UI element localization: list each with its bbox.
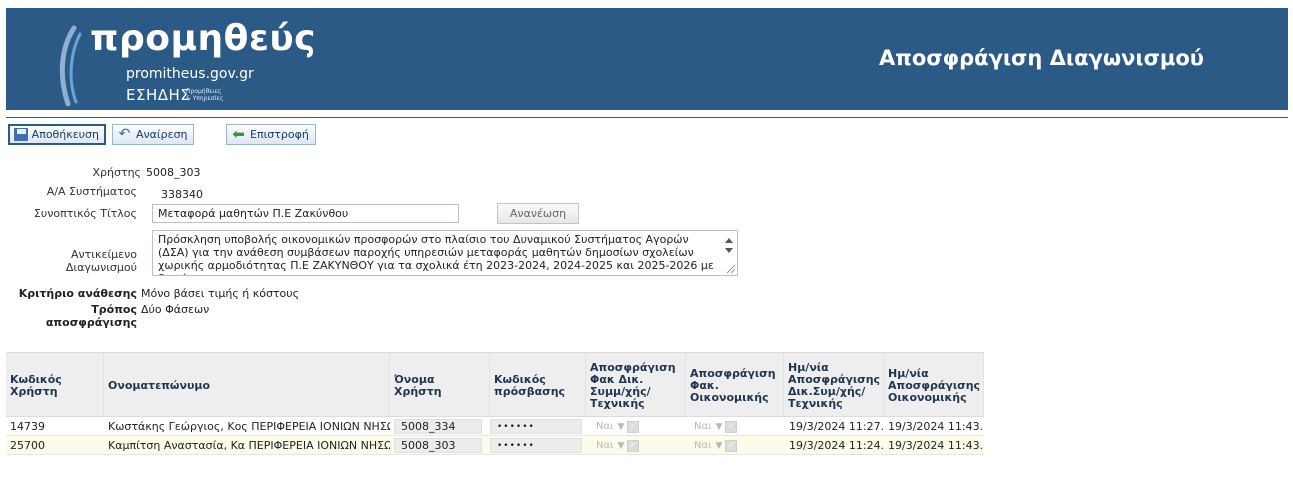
logo-subtitle-line-1: Προμήθειες bbox=[186, 88, 222, 95]
fin-select-value: Ναι bbox=[694, 440, 712, 451]
subject-textarea[interactable]: Πρόσκληση υποβολής οικονομικών προσφορών… bbox=[152, 230, 738, 276]
chevron-down-icon: ▼ bbox=[715, 440, 723, 451]
row-full-name: Καμπίτση Αναστασία, Κα ΠΕΡΙΦΕΡΕΙΑ ΙΟΝΙΩΝ… bbox=[108, 439, 390, 452]
resize-grip-icon[interactable] bbox=[727, 265, 735, 273]
user-value: 5008_303 bbox=[146, 166, 201, 179]
col-fin-date[interactable]: Ημ/νία Αποσφράγισης Οικονομικής bbox=[884, 353, 984, 418]
logo-site: promitheus.gov.gr bbox=[126, 66, 254, 82]
row-full-name: Κωστάκης Γεώργιος, Κος ΠΕΡΙΦΕΡΕΙΑ ΙΟΝΙΩΝ… bbox=[108, 420, 390, 433]
unseal-method-value: Δύο Φάσεων bbox=[141, 303, 210, 316]
scroll-up-icon[interactable] bbox=[725, 238, 733, 243]
floppy-disk-icon bbox=[14, 128, 28, 141]
short-title-label: Συνοπτικός Τίτλος bbox=[33, 207, 137, 220]
col-username[interactable]: Όνομα Χρήστη bbox=[390, 353, 490, 418]
back-button-label: Επιστροφή bbox=[250, 128, 309, 141]
subject-text: Πρόσκληση υποβολής οικονομικών προσφορών… bbox=[158, 233, 714, 275]
row-fin-date: 19/3/2024 11:43... bbox=[888, 439, 984, 452]
row-tech-date: 19/3/2024 11:24... bbox=[789, 439, 884, 452]
undo-button[interactable]: ↶ Αναίρεση bbox=[112, 124, 194, 145]
refresh-button[interactable]: Ανανέωση bbox=[497, 203, 579, 224]
back-arrow-icon: ⬅ bbox=[232, 125, 245, 143]
fin-select-value: Ναι bbox=[694, 421, 712, 432]
logo-subtitle: Προμήθειες & Υπηρεσίες bbox=[186, 88, 223, 102]
unseal-method-label: Τρόπος αποσφράγισης bbox=[45, 303, 137, 329]
promitheus-logo: προμηθεύς promitheus.gov.gr ΕΣΗΔΗΣ Προμή… bbox=[34, 18, 317, 108]
row-fin-unseal-select[interactable]: Ναι ▼ ✓ bbox=[694, 419, 738, 434]
checkbox-icon[interactable]: ✓ bbox=[725, 439, 738, 452]
short-title-field[interactable]: Μεταφορά μαθητών Π.Ε Ζακύνθου bbox=[152, 204, 459, 223]
table-header: Κωδικός Χρήστη Ονοματεπώνυμο Όνομα Χρήστ… bbox=[6, 352, 984, 418]
criterion-value: Μόνο βάσει τιμής ή κόστους bbox=[141, 287, 300, 300]
col-tech-unseal[interactable]: Αποσφράγιση Φακ Δικ. Συμμ/χής/Τεχνικής bbox=[586, 353, 686, 418]
checkbox-icon[interactable]: ✓ bbox=[725, 420, 738, 433]
table-row[interactable]: 14739 Κωστάκης Γεώργιος, Κος ΠΕΡΙΦΕΡΕΙΑ … bbox=[6, 417, 984, 436]
col-tech-date[interactable]: Ημ/νία Αποσφράγισης Δικ.Συμ/χής/Τεχνικής bbox=[784, 353, 884, 418]
undo-arrow-icon: ↶ bbox=[118, 126, 131, 142]
back-button[interactable]: ⬅ Επιστροφή bbox=[226, 124, 316, 145]
criterion-label: Κριτήριο ανάθεσης bbox=[18, 287, 137, 300]
col-password[interactable]: Κωδικός πρόσβασης bbox=[490, 353, 586, 418]
row-user-code: 14739 bbox=[10, 420, 45, 433]
header-banner: προμηθεύς promitheus.gov.gr ΕΣΗΔΗΣ Προμή… bbox=[6, 8, 1288, 110]
tech-select-value: Ναι bbox=[596, 421, 614, 432]
row-password-field[interactable]: •••••• bbox=[490, 419, 582, 434]
save-button-label: Αποθήκευση bbox=[31, 128, 99, 141]
page-title: Αποσφράγιση Διαγωνισμού bbox=[879, 46, 1204, 70]
row-tech-unseal-select[interactable]: Ναι ▼ ✓ bbox=[596, 419, 640, 434]
save-button[interactable]: Αποθήκευση bbox=[8, 124, 106, 145]
logo-wordmark: προμηθεύς bbox=[90, 18, 317, 59]
user-label: Χρήστης bbox=[92, 166, 141, 179]
checkbox-icon[interactable]: ✓ bbox=[627, 420, 640, 433]
chevron-down-icon: ▼ bbox=[715, 421, 723, 432]
row-user-code: 25700 bbox=[10, 439, 45, 452]
chevron-down-icon: ▼ bbox=[617, 421, 625, 432]
system-id-label: Α/Α Συστήματος bbox=[46, 185, 137, 198]
scroll-down-icon[interactable] bbox=[725, 248, 733, 253]
row-fin-unseal-select[interactable]: Ναι ▼ ✓ bbox=[694, 438, 738, 453]
row-username-field[interactable]: 5008_334 bbox=[394, 419, 482, 434]
row-tech-unseal-select[interactable]: Ναι ▼ ✓ bbox=[596, 438, 640, 453]
undo-button-label: Αναίρεση bbox=[136, 128, 188, 141]
checkbox-icon[interactable]: ✓ bbox=[627, 439, 640, 452]
logo-swoosh-icon bbox=[59, 25, 82, 106]
logo-subtitle-line-2: & Υπηρεσίες bbox=[186, 95, 224, 102]
subject-label: Αντικείμενο Διαγωνισμού bbox=[65, 248, 137, 274]
col-full-name[interactable]: Ονοματεπώνυμο bbox=[104, 353, 390, 418]
logo-eshdhs: ΕΣΗΔΗΣ bbox=[126, 86, 191, 104]
row-tech-date: 19/3/2024 11:27... bbox=[789, 420, 884, 433]
header-divider bbox=[6, 117, 1288, 118]
col-user-code[interactable]: Κωδικός Χρήστη bbox=[6, 353, 104, 418]
row-fin-date: 19/3/2024 11:43... bbox=[888, 420, 984, 433]
chevron-down-icon: ▼ bbox=[617, 440, 625, 451]
table-row[interactable]: 25700 Καμπίτση Αναστασία, Κα ΠΕΡΙΦΕΡΕΙΑ … bbox=[6, 436, 984, 455]
row-username-field[interactable]: 5008_303 bbox=[394, 438, 482, 453]
col-fin-unseal[interactable]: Αποσφράγιση Φακ. Οικονομικής bbox=[686, 353, 784, 418]
row-password-field[interactable]: •••••• bbox=[490, 438, 582, 453]
system-id-value: 338340 bbox=[161, 188, 203, 201]
tech-select-value: Ναι bbox=[596, 440, 614, 451]
